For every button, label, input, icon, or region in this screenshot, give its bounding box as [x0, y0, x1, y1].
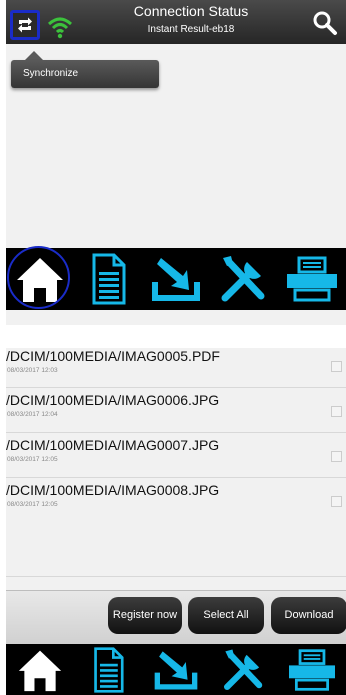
nav-tools[interactable]: [210, 644, 278, 695]
search-icon[interactable]: [312, 10, 338, 36]
select-all-button[interactable]: Select All: [188, 597, 264, 634]
list-item[interactable]: /DCIM/100MEDIA/IMAG0005.PDF 08/03/2017 1…: [6, 348, 346, 388]
nav-print[interactable]: [278, 248, 346, 310]
nav-print[interactable]: [278, 644, 346, 695]
file-name: /DCIM/100MEDIA/IMAG0007.JPG: [6, 437, 220, 453]
tooltip-arrow: [25, 51, 43, 60]
header-bar: Connection Status Instant Result-eb18: [6, 0, 346, 44]
printer-icon: [289, 648, 335, 691]
home-icon: [18, 650, 62, 691]
file-checkbox[interactable]: [331, 406, 342, 417]
nav-documents[interactable]: [74, 644, 142, 695]
file-date: 08/03/2017 12:04: [7, 411, 58, 418]
file-date: 08/03/2017 12:05: [7, 456, 58, 463]
file-list: /DCIM/100MEDIA/IMAG0005.PDF 08/03/2017 1…: [6, 348, 346, 523]
document-icon: [94, 646, 124, 693]
list-item[interactable]: /DCIM/100MEDIA/IMAG0007.JPG 08/03/2017 1…: [6, 433, 346, 478]
nav-tools[interactable]: [210, 248, 278, 310]
nav-download[interactable]: [142, 248, 210, 310]
synchronize-tooltip[interactable]: Synchronize: [11, 60, 159, 88]
file-name: /DCIM/100MEDIA/IMAG0008.JPG: [6, 482, 220, 498]
file-checkbox[interactable]: [331, 361, 342, 372]
file-checkbox[interactable]: [331, 451, 342, 462]
file-date: 08/03/2017 12:05: [7, 501, 58, 508]
sync-icon: [18, 17, 32, 33]
download-icon: [154, 650, 198, 690]
download-button[interactable]: Download: [271, 597, 346, 634]
bottom-nav: [6, 644, 346, 695]
file-name: /DCIM/100MEDIA/IMAG0006.JPG: [6, 392, 220, 408]
nav-documents[interactable]: [74, 248, 142, 310]
sync-button[interactable]: [10, 10, 40, 40]
list-item[interactable]: /DCIM/100MEDIA/IMAG0008.JPG 08/03/2017 1…: [6, 478, 346, 523]
list-item[interactable]: /DCIM/100MEDIA/IMAG0006.JPG 08/03/2017 1…: [6, 388, 346, 433]
wifi-icon: [47, 17, 73, 39]
file-list-screen: /DCIM/100MEDIA/IMAG0005.PDF 08/03/2017 1…: [6, 348, 346, 695]
nav-download[interactable]: [142, 644, 210, 695]
home-highlight-ring: [7, 246, 70, 309]
action-bar: Register now Select All Download: [6, 590, 346, 645]
tools-icon: [224, 649, 263, 690]
printer-icon: [287, 256, 337, 302]
download-icon: [152, 258, 200, 301]
device-name: Instant Result-eb18: [147, 24, 235, 35]
page-title: Connection Status: [133, 3, 249, 19]
file-checkbox[interactable]: [331, 496, 342, 507]
tools-icon: [221, 256, 265, 302]
file-name: /DCIM/100MEDIA/IMAG0005.PDF: [6, 348, 220, 364]
file-date: 08/03/2017 12:03: [7, 367, 58, 374]
register-now-button[interactable]: Register now: [108, 597, 182, 634]
nav-home[interactable]: [6, 644, 74, 695]
list-divider: [6, 576, 346, 577]
document-icon: [92, 253, 126, 305]
